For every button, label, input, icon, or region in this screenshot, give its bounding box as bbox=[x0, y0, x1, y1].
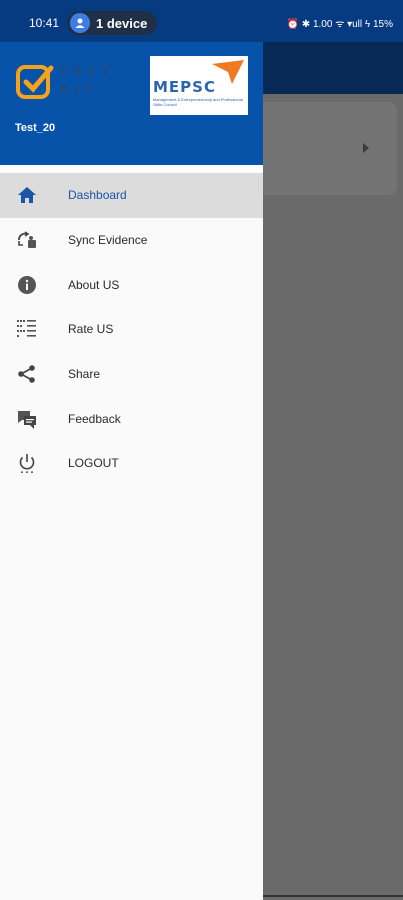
device-label: 1 device bbox=[96, 15, 148, 31]
mepsc-logo-subtext: Management & Entrepreneurship and Profes… bbox=[153, 97, 243, 107]
menu-item-sync-evidence[interactable]: Sync Evidence bbox=[0, 218, 263, 263]
status-bar: 10:41 1 device ⏰ ✱ 1.00 ᯤ ▾ull ϟ 15% bbox=[0, 0, 403, 42]
menu-item-feedback[interactable]: Feedback bbox=[0, 396, 263, 441]
status-time: 10:41 bbox=[29, 16, 60, 30]
menu-item-logout[interactable]: LOGOUT bbox=[0, 441, 263, 486]
navigation-drawer: TEST KIT MEPSC Management & Entrepreneurs… bbox=[0, 0, 263, 900]
menu-label-feedback: Feedback bbox=[68, 411, 121, 426]
drawer-menu: Dashboard Sync Evidence About US Rate US… bbox=[0, 173, 263, 486]
mepsc-logo-text: MEPSC bbox=[153, 78, 216, 96]
menu-label-rate-us: Rate US bbox=[68, 322, 114, 337]
device-chip[interactable]: 1 device bbox=[67, 11, 157, 35]
share-icon bbox=[16, 363, 38, 385]
info-icon bbox=[16, 274, 38, 296]
test-kit-logo: TEST KIT bbox=[15, 62, 127, 104]
person-icon bbox=[70, 13, 90, 33]
card-arrow-icon bbox=[363, 143, 369, 153]
power-icon bbox=[16, 452, 38, 474]
mepsc-logo: MEPSC Management & Entrepreneurship and … bbox=[150, 56, 248, 115]
menu-item-share[interactable]: Share bbox=[0, 352, 263, 397]
rate-icon bbox=[16, 318, 38, 340]
test-kit-logo-text: TEST KIT bbox=[59, 65, 115, 98]
sync-icon bbox=[16, 229, 38, 251]
menu-item-rate-us[interactable]: Rate US bbox=[0, 307, 263, 352]
user-name: Test_20 bbox=[15, 122, 56, 134]
menu-label-about-us: About US bbox=[68, 277, 120, 292]
menu-label-logout: LOGOUT bbox=[68, 456, 119, 471]
feedback-icon bbox=[16, 408, 38, 430]
gesture-nav-bar bbox=[263, 895, 403, 897]
menu-label-share: Share bbox=[68, 367, 101, 382]
checkbox-logo-icon bbox=[16, 65, 54, 99]
status-indicators: ⏰ ✱ 1.00 ᯤ ▾ull ϟ 15% bbox=[286, 19, 393, 30]
drawer-divider bbox=[0, 165, 263, 172]
menu-label-dashboard: Dashboard bbox=[68, 188, 127, 203]
menu-label-sync-evidence: Sync Evidence bbox=[68, 233, 148, 248]
menu-item-dashboard[interactable]: Dashboard bbox=[0, 173, 263, 218]
home-icon bbox=[16, 184, 38, 206]
menu-item-about-us[interactable]: About US bbox=[0, 262, 263, 307]
